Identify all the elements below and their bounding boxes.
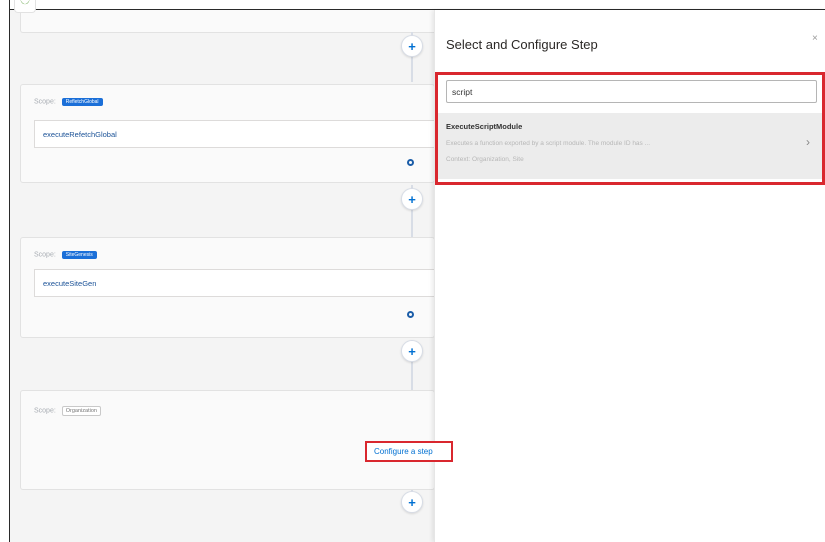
step-name: executeSiteGen xyxy=(43,279,97,288)
scope-badge: SiteGenesis xyxy=(61,251,97,259)
frame-border-left xyxy=(9,0,10,542)
search-result-item[interactable]: ExecuteScriptModule Executes a function … xyxy=(438,113,822,179)
scope-label-text: Scope: xyxy=(34,407,56,415)
step-item[interactable]: executeSiteGen xyxy=(34,269,434,297)
scope-badge: RefletchGlobal xyxy=(61,98,103,106)
add-step-plus-icon[interactable]: + xyxy=(401,35,423,57)
result-name: ExecuteScriptModule xyxy=(446,122,523,131)
logo-badge xyxy=(14,0,36,13)
step-search-input[interactable] xyxy=(446,80,817,103)
step-item[interactable]: executeRefetchGlobal xyxy=(34,120,434,148)
scope-badge: Organization xyxy=(61,406,101,416)
scope-label-text: Scope: xyxy=(34,251,56,259)
previous-step-card xyxy=(20,10,437,33)
configure-step-button[interactable]: Configure a step xyxy=(365,441,453,462)
step-name: executeRefetchGlobal xyxy=(43,130,117,139)
scope-card: Scope: SiteGenesis executeSiteGen xyxy=(20,237,435,338)
select-configure-step-panel: Select and Configure Step × ExecuteScrip… xyxy=(434,10,825,542)
add-step-plus-icon[interactable]: + xyxy=(401,340,423,362)
add-step-plus-icon[interactable]: + xyxy=(401,188,423,210)
step-settings-icon[interactable] xyxy=(407,159,414,166)
app-logo-icon xyxy=(20,0,30,5)
scope-label: Scope: Organization xyxy=(34,406,101,416)
step-settings-icon[interactable] xyxy=(407,311,414,318)
chevron-right-icon: › xyxy=(806,135,810,149)
panel-title: Select and Configure Step xyxy=(446,37,598,52)
result-description: Executes a function exported by a script… xyxy=(446,140,651,147)
scope-card: Scope: RefletchGlobal executeRefetchGlob… xyxy=(20,84,435,183)
search-highlight: ExecuteScriptModule Executes a function … xyxy=(435,72,825,185)
scope-label-text: Scope: xyxy=(34,98,56,106)
close-icon[interactable]: × xyxy=(812,33,818,44)
configure-step-label: Configure a step xyxy=(374,447,433,456)
scope-label: Scope: RefletchGlobal xyxy=(34,98,103,106)
scope-card: Scope: Organization xyxy=(20,390,435,490)
add-step-plus-icon[interactable]: + xyxy=(401,491,423,513)
result-context: Context: Organization, Site xyxy=(446,156,524,163)
scope-label: Scope: SiteGenesis xyxy=(34,251,97,259)
